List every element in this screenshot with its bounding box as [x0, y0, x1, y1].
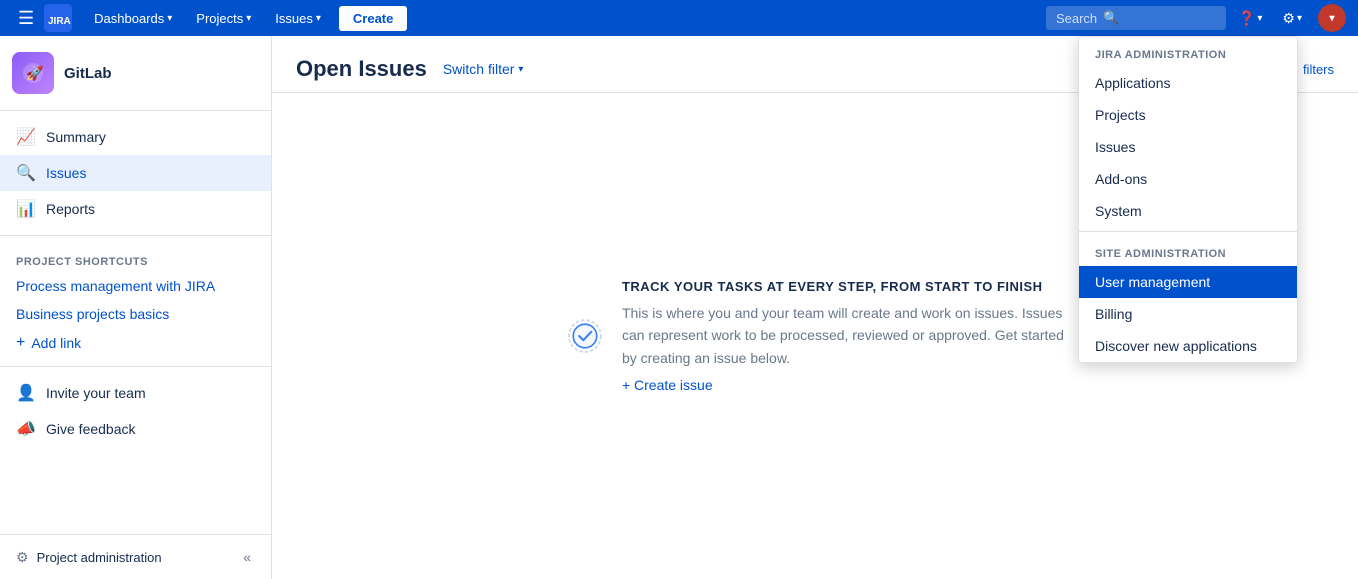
reports-icon: 📊 [16, 199, 36, 219]
project-admin-link[interactable]: ⚙ Project administration [16, 549, 162, 566]
dropdown-divider [1079, 231, 1297, 232]
dropdown-item-projects-admin[interactable]: Projects [1079, 99, 1297, 131]
dropdown-item-user-management[interactable]: User management [1079, 266, 1297, 298]
create-button[interactable]: Create [339, 6, 407, 31]
dropdown-item-applications[interactable]: Applications [1079, 67, 1297, 99]
sidebar-item-reports[interactable]: 📊 Reports [0, 191, 271, 227]
sidebar-item-feedback-label: Give feedback [46, 421, 136, 437]
avatar-chevron-icon: ▾ [1329, 13, 1334, 24]
invite-icon: 👤 [16, 383, 36, 403]
sidebar-item-invite-team[interactable]: 👤 Invite your team [0, 375, 271, 411]
dropdown-item-issues-admin[interactable]: Issues [1079, 131, 1297, 163]
empty-state-heading: TRACK YOUR TASKS AT EVERY STEP, FROM STA… [622, 279, 1066, 294]
shortcut-biz-basics[interactable]: Business projects basics [0, 300, 271, 328]
sidebar-divider-2 [0, 366, 271, 367]
admin-gear-icon: ⚙ [16, 549, 29, 566]
project-header: 🚀 GitLab [0, 36, 271, 111]
jira-logo[interactable]: JIRA JIRA [44, 4, 72, 32]
settings-chevron-icon: ▾ [1297, 13, 1302, 24]
saved-filters-link[interactable]: filters [1303, 62, 1334, 77]
help-chevron-icon: ▾ [1257, 13, 1262, 24]
create-issue-link[interactable]: + Create issue [622, 377, 1066, 393]
user-avatar[interactable]: ▾ [1318, 4, 1346, 32]
page-title: Open Issues [296, 56, 427, 82]
dropdown-item-billing[interactable]: Billing [1079, 298, 1297, 330]
issues-icon: 🔍 [16, 163, 36, 183]
site-admin-label: SITE ADMINISTRATION [1079, 236, 1297, 266]
sidebar: 🚀 GitLab 📈 Summary 🔍 Issues 📊 Reports PR… [0, 36, 272, 579]
sidebar-item-summary-label: Summary [46, 129, 106, 145]
top-navigation: ☰ JIRA JIRA Dashboards Projects Issues C… [0, 0, 1358, 36]
dropdown-item-system[interactable]: System [1079, 195, 1297, 227]
search-box[interactable]: Search 🔍 [1046, 6, 1226, 30]
help-menu[interactable]: ❓ ▾ [1230, 6, 1270, 31]
sidebar-footer: ⚙ Project administration « [0, 534, 271, 579]
search-icon: 🔍 [1103, 10, 1119, 26]
sidebar-item-reports-label: Reports [46, 201, 95, 217]
projects-menu[interactable]: Projects [186, 5, 261, 32]
project-avatar: 🚀 [12, 52, 54, 94]
empty-state-text: TRACK YOUR TASKS AT EVERY STEP, FROM STA… [622, 279, 1066, 393]
dropdown-item-add-ons[interactable]: Add-ons [1079, 163, 1297, 195]
settings-menu[interactable]: ⚙ ▾ [1274, 6, 1310, 31]
empty-state-illustration [564, 286, 606, 386]
summary-icon: 📈 [16, 127, 36, 147]
switch-filter-chevron-icon: ▾ [518, 64, 523, 75]
shortcut-process-mgmt[interactable]: Process management with JIRA [0, 272, 271, 300]
sidebar-nav: 📈 Summary 🔍 Issues 📊 Reports PROJECT SHO… [0, 111, 271, 534]
shortcuts-label: PROJECT SHORTCUTS [0, 244, 271, 272]
sidebar-item-issues[interactable]: 🔍 Issues [0, 155, 271, 191]
project-name: GitLab [64, 65, 112, 82]
jira-admin-label: JIRA ADMINISTRATION [1079, 37, 1297, 67]
sidebar-collapse-button[interactable]: « [239, 545, 255, 569]
plus-icon: + [16, 334, 25, 352]
dashboards-menu[interactable]: Dashboards [84, 5, 182, 32]
empty-state-body: This is where you and your team will cre… [622, 302, 1066, 369]
gear-icon: ⚙ [1282, 10, 1295, 27]
sidebar-item-invite-label: Invite your team [46, 385, 146, 401]
svg-text:🚀: 🚀 [26, 65, 44, 82]
add-link-button[interactable]: + Add link [0, 328, 271, 358]
sidebar-item-give-feedback[interactable]: 📣 Give feedback [0, 411, 271, 447]
empty-state: TRACK YOUR TASKS AT EVERY STEP, FROM STA… [540, 239, 1090, 433]
switch-filter-button[interactable]: Switch filter ▾ [443, 61, 524, 77]
help-icon: ❓ [1238, 10, 1255, 27]
feedback-icon: 📣 [16, 419, 36, 439]
admin-dropdown: JIRA ADMINISTRATION Applications Project… [1078, 36, 1298, 363]
svg-text:JIRA: JIRA [48, 16, 71, 27]
sidebar-item-issues-label: Issues [46, 165, 86, 181]
issues-menu[interactable]: Issues [265, 5, 331, 32]
sidebar-divider-1 [0, 235, 271, 236]
dropdown-item-discover-apps[interactable]: Discover new applications [1079, 330, 1297, 362]
hamburger-menu-icon[interactable]: ☰ [12, 4, 40, 33]
sidebar-item-summary[interactable]: 📈 Summary [0, 119, 271, 155]
search-text: Search [1056, 11, 1097, 26]
